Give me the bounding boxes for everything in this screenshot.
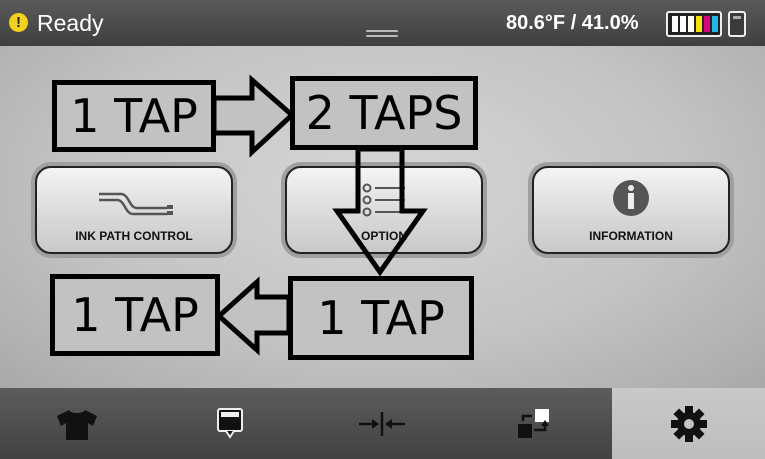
- arrow-left-icon: [215, 276, 292, 356]
- nav-print-button[interactable]: [27, 388, 127, 459]
- arrow-down-icon: [332, 146, 428, 277]
- align-icon: [359, 411, 405, 436]
- nav-alignment-button[interactable]: [332, 388, 432, 459]
- transfer-icon: [518, 408, 549, 438]
- step3-tap-label: 1 TAP: [288, 276, 474, 360]
- gear-icon: [670, 405, 707, 442]
- shirt-icon: [57, 409, 97, 440]
- arrow-right-icon: [211, 74, 296, 158]
- nav-settings-button[interactable]: [612, 388, 765, 459]
- bottom-navigation: [0, 388, 612, 459]
- nav-printhead-button[interactable]: [180, 388, 280, 459]
- step2-taps-label: 2 TAPS: [290, 76, 478, 150]
- printhead-icon: [217, 407, 243, 439]
- nav-transfer-button[interactable]: [485, 388, 585, 459]
- step1-tap-label: 1 TAP: [52, 80, 216, 152]
- step4-tap-label: 1 TAP: [50, 274, 220, 356]
